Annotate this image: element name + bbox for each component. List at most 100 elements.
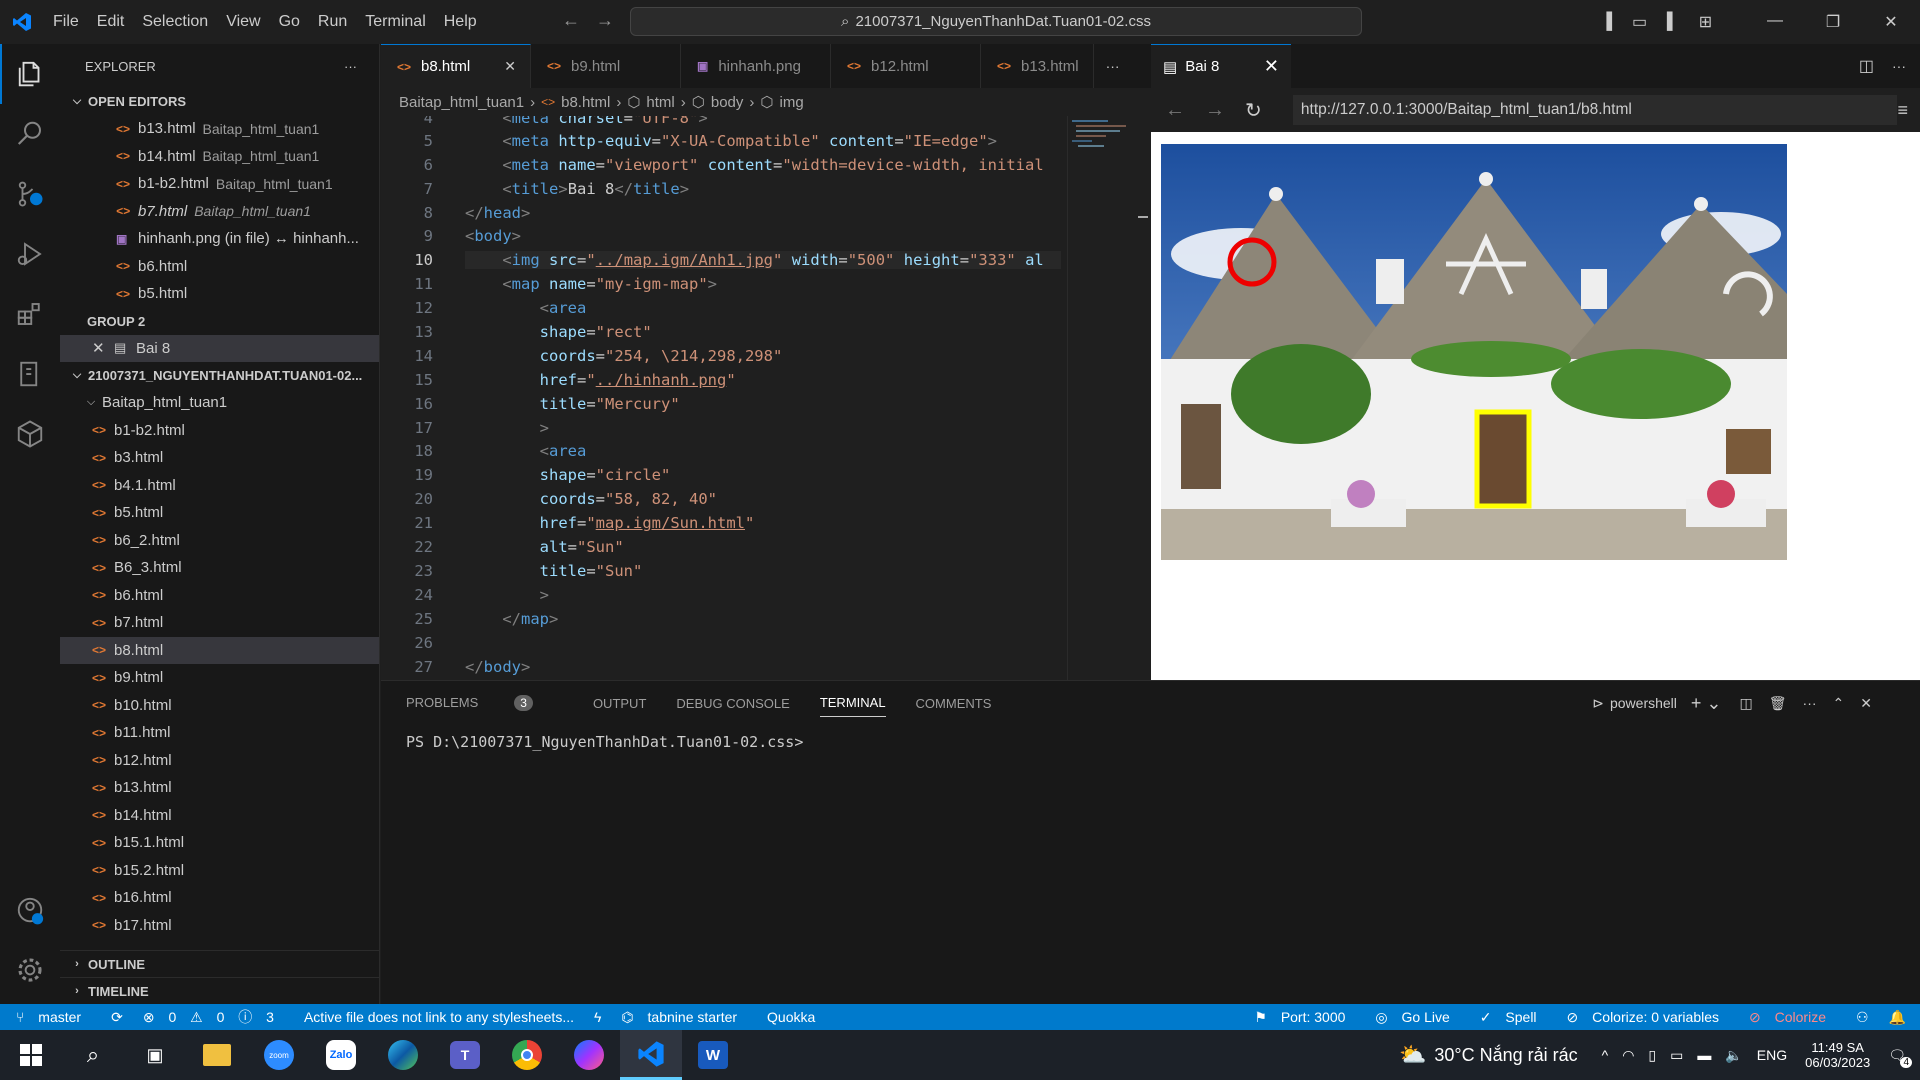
menu-run[interactable]: Run (309, 13, 356, 31)
file-item[interactable]: <> B6_3.html (60, 554, 379, 582)
colorize-status[interactable]: ⊘ Colorize (1749, 1009, 1836, 1026)
file-item[interactable]: <> b13.html (60, 774, 379, 802)
remote-explorer-icon[interactable] (0, 344, 60, 404)
maximize-panel-icon[interactable]: ⌃ (1833, 695, 1845, 712)
open-editor-item[interactable]: <> b14.html Baitap_html_tuan1 (60, 143, 379, 171)
source-control-icon[interactable] (0, 164, 60, 224)
back-arrow-icon[interactable]: ← (1165, 99, 1205, 122)
search-icon[interactable] (0, 104, 60, 164)
restore-icon[interactable]: ❐ (1804, 12, 1862, 32)
search-icon[interactable]: ⌕ (62, 1030, 124, 1080)
breadcrumb-item[interactable]: body (711, 94, 744, 111)
teams-icon[interactable]: T (434, 1030, 496, 1080)
file-item[interactable]: <> b11.html (60, 719, 379, 747)
quokka-status[interactable]: Quokka (767, 1009, 815, 1025)
branch-status[interactable]: ⑂ master (16, 1009, 91, 1025)
open-editors-section[interactable]: ⌵ OPEN EDITORS (60, 88, 379, 115)
toggle-panel-icon[interactable]: ▭ (1623, 12, 1656, 32)
close-panel-icon[interactable]: ✕ (1860, 695, 1872, 712)
file-item[interactable]: <> b4.1.html (60, 472, 379, 500)
reload-icon[interactable]: ↻ (1245, 98, 1285, 123)
file-item[interactable]: <> b15.1.html (60, 829, 379, 857)
tabnine-status[interactable]: ⌬ tabnine starter (621, 1009, 747, 1026)
tab-b9[interactable]: <> b9.html (531, 44, 681, 88)
menu-go[interactable]: Go (270, 13, 309, 31)
chrome-icon[interactable] (496, 1030, 558, 1080)
breadcrumb-item[interactable]: Baitap_html_tuan1 (399, 94, 524, 111)
zalo-icon[interactable]: Zalo (310, 1030, 372, 1080)
windows-start-icon[interactable] (0, 1030, 62, 1080)
split-terminal-icon[interactable]: ◫ (1740, 695, 1753, 712)
tab-b12[interactable]: <> b12.html (831, 44, 981, 88)
open-editor-item[interactable]: <> b7.html Baitap_html_tuan1 (60, 198, 379, 226)
file-item[interactable]: <> b12.html (60, 747, 379, 775)
trulli-image[interactable] (1161, 144, 1787, 560)
close-icon[interactable]: ✕ (484, 58, 516, 75)
close-icon[interactable]: ✕ (1264, 56, 1279, 77)
more-actions-icon[interactable]: ··· (1094, 44, 1132, 88)
spell-status[interactable]: ✓ Spell (1480, 1009, 1547, 1026)
forward-arrow-icon[interactable]: → (1205, 99, 1245, 122)
colorize-vars-status[interactable]: ⊘ Colorize: 0 variables (1567, 1009, 1729, 1026)
chevron-up-icon[interactable]: ^ (1602, 1047, 1609, 1063)
volume-icon[interactable]: 🔈 (1725, 1047, 1742, 1064)
tab-debug-console[interactable]: DEBUG CONSOLE (676, 696, 789, 711)
file-item[interactable]: <> b8.html (60, 636, 379, 664)
file-item[interactable]: <> b15.2.html (60, 857, 379, 885)
tab-hinhanh[interactable]: ▣ hinhanh.png (681, 44, 831, 88)
notification-center-icon[interactable]: 🗨 4 (1888, 1047, 1912, 1068)
file-item[interactable]: <> b14.html (60, 802, 379, 830)
more-actions-icon[interactable]: ··· (344, 59, 357, 74)
open-editor-item[interactable]: <> b13.html Baitap_html_tuan1 (60, 115, 379, 143)
clock[interactable]: 11:49 SA 06/03/2023 (1805, 1040, 1870, 1070)
menu-icon[interactable]: ≡ (1897, 100, 1908, 121)
go-live-status[interactable]: ◎ Go Live (1375, 1009, 1459, 1026)
explorer-icon[interactable] (0, 44, 60, 104)
tab-bai8[interactable]: ▤ Bai 8 ✕ (1151, 44, 1291, 88)
weather-text[interactable]: 30°C Nắng rải rác (1434, 1045, 1577, 1066)
file-item[interactable]: <> b7.html (60, 609, 379, 637)
command-center[interactable]: ⌕ 21007371_NguyenThanhDat.Tuan01-02.css (630, 7, 1362, 36)
open-editor-item[interactable]: <> b6.html (60, 253, 379, 281)
run-debug-icon[interactable] (0, 224, 60, 284)
task-view-icon[interactable]: ▣ (124, 1030, 186, 1080)
vscode-taskbar-icon[interactable] (620, 1030, 682, 1080)
messenger-icon[interactable] (558, 1030, 620, 1080)
project-section[interactable]: ⌵ 21007371_NGUYENTHANHDAT.TUAN01-02... (60, 362, 379, 389)
split-editor-icon[interactable]: ◫ (1859, 56, 1874, 76)
accounts-icon[interactable] (0, 880, 60, 940)
breadcrumb-item[interactable]: html (646, 94, 674, 111)
battery-icon[interactable]: ▬ (1697, 1047, 1711, 1063)
menu-file[interactable]: File (44, 13, 88, 31)
toggle-sidebar-icon[interactable]: ▐ (1590, 13, 1623, 31)
more-actions-icon[interactable]: ··· (1803, 695, 1817, 711)
notifications-icon[interactable]: 🔔 (1889, 1009, 1906, 1026)
edge-icon[interactable] (372, 1030, 434, 1080)
phone-link-icon[interactable]: ▯ (1648, 1047, 1656, 1064)
menu-view[interactable]: View (217, 13, 269, 31)
tab-output[interactable]: OUTPUT (593, 696, 646, 711)
menu-help[interactable]: Help (435, 13, 486, 31)
shell-selector[interactable]: powershell (1610, 695, 1677, 711)
breadcrumb-item[interactable]: b8.html (561, 94, 610, 111)
file-item[interactable]: <> b6.html (60, 582, 379, 610)
file-explorer-icon[interactable] (186, 1030, 248, 1080)
code-editor[interactable]: 4 5 6 7 8 9 10 11 12 13 14 15 16 17 18 19 20 21 22 23 24 25 26… (381, 116, 1061, 680)
zoom-icon[interactable]: zoom (248, 1030, 310, 1080)
trash-icon[interactable]: 🗑 (1769, 695, 1787, 712)
open-editor-item-bai8[interactable]: ✕ ▤ Bai 8 (60, 334, 379, 362)
file-item[interactable]: <> b9.html (60, 664, 379, 692)
close-icon[interactable]: ✕ (92, 339, 114, 357)
toggle-secondary-sidebar-icon[interactable]: ▌ (1656, 13, 1689, 31)
new-terminal-icon[interactable]: + ⌄ (1691, 693, 1722, 714)
file-item[interactable]: <> b17.html (60, 912, 379, 940)
file-item[interactable]: <> b16.html (60, 884, 379, 912)
file-item[interactable]: <> b1-b2.html (60, 417, 379, 445)
problems-status[interactable]: ⊗ 0 ⚠ 0 ⓘ 3 (143, 1007, 284, 1027)
menu-edit[interactable]: Edit (88, 13, 134, 31)
extensions-icon[interactable] (0, 284, 60, 344)
file-item[interactable]: <> b5.html (60, 499, 379, 527)
accounts-status-icon[interactable]: ⚇ (1856, 1009, 1869, 1026)
tab-comments[interactable]: COMMENTS (916, 696, 992, 711)
open-editor-item[interactable]: <> b5.html (60, 280, 379, 308)
